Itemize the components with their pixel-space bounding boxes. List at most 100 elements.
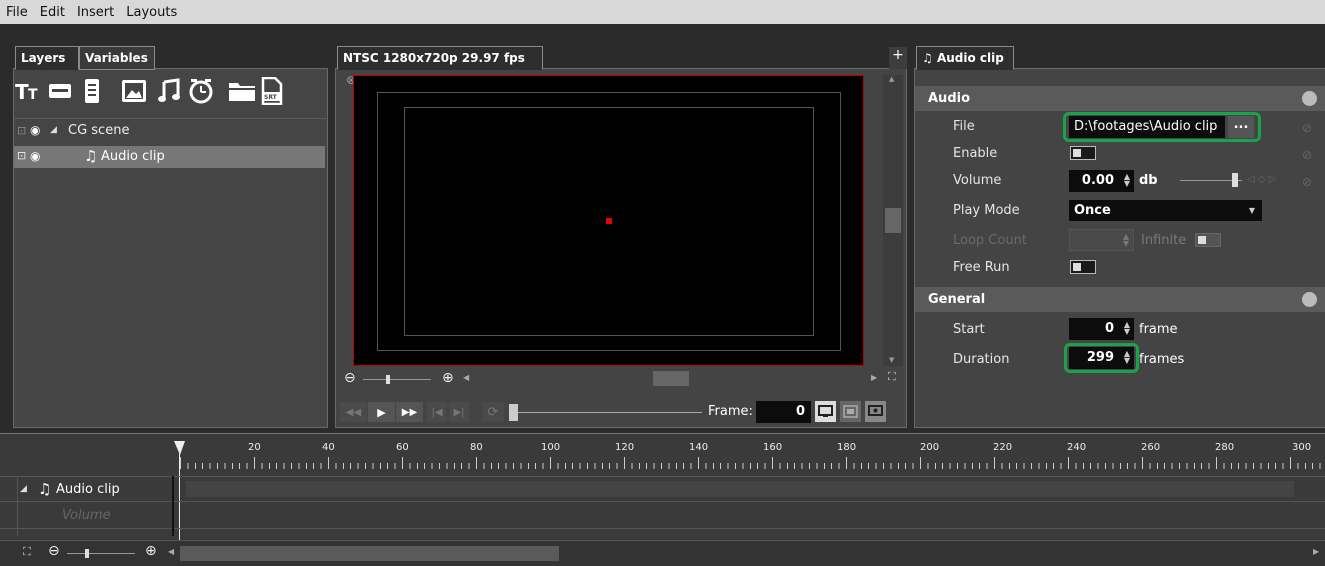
preview-hscroll-thumb[interactable] xyxy=(653,371,689,386)
hscroll-left-icon[interactable]: ◀ xyxy=(463,373,469,382)
monitor-output-icon[interactable] xyxy=(815,401,836,422)
tick-80: 80 xyxy=(470,442,483,453)
layer-row-scene[interactable]: ⊡ ◉ ◢ CG scene xyxy=(14,118,326,142)
start-spinner-icon[interactable]: ▲ ▼ xyxy=(1124,321,1130,336)
rectangle-tool-icon[interactable] xyxy=(46,75,74,107)
ruler-major-ticks xyxy=(180,457,1325,469)
text-tool-icon[interactable]: TT xyxy=(14,75,42,107)
start-unit: frame xyxy=(1139,322,1178,337)
tick-140: 140 xyxy=(689,442,709,453)
fit-timeline-icon[interactable]: ⛶ xyxy=(23,545,31,559)
volume-slider[interactable] xyxy=(1180,173,1242,187)
loop-button[interactable]: ⟳ xyxy=(482,402,504,422)
menu-file[interactable]: File xyxy=(6,5,28,20)
track-clip-bar[interactable] xyxy=(186,481,1294,497)
visibility-icon[interactable]: ◉ xyxy=(30,149,40,163)
browse-button[interactable]: ... xyxy=(1228,116,1254,138)
ticker-tool-icon[interactable] xyxy=(78,75,106,107)
expand-arrow-icon[interactable]: ◢ xyxy=(50,125,57,135)
folder-tool-icon[interactable] xyxy=(228,75,256,107)
keyframe-nav-icons[interactable]: ◁ ◇ ▷ xyxy=(1247,174,1276,185)
lock-icon[interactable]: ⊡ xyxy=(17,149,26,162)
frame-input[interactable]: 0 xyxy=(756,401,811,423)
preview-tab-label: NTSC 1280x720p 29.97 fps xyxy=(343,51,525,65)
zoom-slider[interactable] xyxy=(363,375,431,384)
zoom-in-icon[interactable]: ⊕ xyxy=(442,370,454,386)
link-icon[interactable]: ⊘ xyxy=(1302,175,1312,189)
audio-tool-icon[interactable] xyxy=(156,75,184,107)
menu-edit[interactable]: Edit xyxy=(40,5,65,20)
fit-view-icon[interactable]: ⛶ xyxy=(888,370,896,384)
collapse-audio-button[interactable] xyxy=(1302,91,1317,106)
image-tool-icon[interactable] xyxy=(120,75,148,107)
timeline-zoom-out-icon[interactable]: ⊖ xyxy=(48,543,60,559)
timeline-ruler[interactable] xyxy=(174,435,1325,475)
volume-input[interactable]: 0.00 ▲ ▼ xyxy=(1069,170,1134,192)
tick-160: 160 xyxy=(763,442,783,453)
playback-slider-thumb[interactable] xyxy=(509,404,518,421)
section-audio[interactable]: Audio xyxy=(915,86,1325,111)
preview-vscroll[interactable]: ▲ ▼ xyxy=(883,75,903,366)
expand-arrow-icon[interactable]: ◢ xyxy=(20,484,27,494)
infinite-toggle[interactable] xyxy=(1195,233,1221,247)
duration-spinner-icon[interactable]: ▲ ▼ xyxy=(1124,350,1130,365)
lock-icon[interactable]: ⊡ xyxy=(17,124,26,137)
enable-toggle[interactable] xyxy=(1070,146,1096,160)
skip-start-button[interactable]: |◀ xyxy=(427,402,447,422)
layer-label-scene: CG scene xyxy=(68,123,130,138)
timeline-zoom-slider[interactable] xyxy=(67,549,135,558)
section-audio-label: Audio xyxy=(928,91,971,106)
volume-slider-thumb[interactable] xyxy=(1232,173,1238,187)
collapse-general-button[interactable] xyxy=(1302,292,1317,307)
menu-insert[interactable]: Insert xyxy=(77,5,114,20)
external-output-icon[interactable] xyxy=(865,401,886,422)
visibility-icon[interactable]: ◉ xyxy=(30,123,40,137)
file-path-input[interactable]: D:\footages\Audio clip xyxy=(1069,116,1225,138)
play-button[interactable]: ▶ xyxy=(368,402,395,422)
timeline-hscroll-thumb[interactable] xyxy=(180,546,559,561)
loopcount-input[interactable]: ▲ ▼ xyxy=(1069,229,1134,251)
track-row-audio-clip[interactable]: ◢ ♫ Audio clip xyxy=(0,476,1325,502)
timeline-zoom-thumb[interactable] xyxy=(85,549,89,558)
keyboard-output-icon[interactable] xyxy=(840,401,861,422)
menu-layouts[interactable]: Layouts xyxy=(126,5,177,20)
timeline-scroll-right-icon[interactable]: ▶ xyxy=(1313,547,1319,556)
playmode-value: Once xyxy=(1074,203,1111,218)
clock-tool-icon[interactable] xyxy=(187,75,215,107)
tick-260: 260 xyxy=(1141,442,1161,453)
playmode-select[interactable]: Once ▼ xyxy=(1069,200,1262,221)
start-input[interactable]: 0 ▲ ▼ xyxy=(1069,318,1134,340)
link-icon[interactable]: ⊘ xyxy=(1302,121,1312,135)
hscroll-right-icon[interactable]: ▶ xyxy=(871,373,877,382)
timeline-zoom-in-icon[interactable]: ⊕ xyxy=(145,543,157,559)
layer-row-audio-clip[interactable]: ⊡ ◉ ♫ Audio clip xyxy=(14,146,325,168)
loopcount-spinner-icon[interactable]: ▲ ▼ xyxy=(1123,233,1129,248)
tab-variables[interactable]: Variables xyxy=(79,46,155,70)
tab-preview[interactable]: NTSC 1280x720p 29.97 fps ⊗ xyxy=(337,46,543,87)
scroll-down-icon[interactable]: ▼ xyxy=(889,356,894,364)
tab-layers[interactable]: Layers xyxy=(15,46,79,70)
rewind-button[interactable]: ◀◀ xyxy=(340,402,367,422)
track-row-volume[interactable]: Volume xyxy=(0,503,1325,529)
timeline-scroll-left-icon[interactable]: ◀ xyxy=(168,547,174,556)
tab-audio-clip-props[interactable]: ♫ Audio clip xyxy=(916,46,1014,70)
playback-slider[interactable] xyxy=(509,404,702,421)
tick-40: 40 xyxy=(322,442,335,453)
fast-forward-button[interactable]: ▶▶ xyxy=(396,402,423,422)
tick-200: 200 xyxy=(920,442,940,453)
skip-end-button[interactable]: ▶| xyxy=(449,402,469,422)
zoom-out-icon[interactable]: ⊖ xyxy=(344,370,356,386)
freerun-toggle[interactable] xyxy=(1070,260,1096,274)
preview-canvas[interactable] xyxy=(353,75,864,366)
volume-spinner-icon[interactable]: ▲ ▼ xyxy=(1124,173,1130,188)
props-tab-label: Audio clip xyxy=(936,51,1004,65)
add-tab-button[interactable]: + xyxy=(889,47,907,69)
scroll-up-icon[interactable]: ▲ xyxy=(889,75,894,83)
scroll-thumb[interactable] xyxy=(885,208,901,233)
section-general[interactable]: General xyxy=(915,287,1325,312)
duration-input[interactable]: 299 ▲ ▼ xyxy=(1069,347,1134,369)
zoom-slider-thumb[interactable] xyxy=(386,375,390,384)
srt-tool-icon[interactable]: SRT xyxy=(258,75,286,107)
link-icon[interactable]: ⊘ xyxy=(1302,148,1312,162)
volume-unit: db xyxy=(1139,173,1158,188)
